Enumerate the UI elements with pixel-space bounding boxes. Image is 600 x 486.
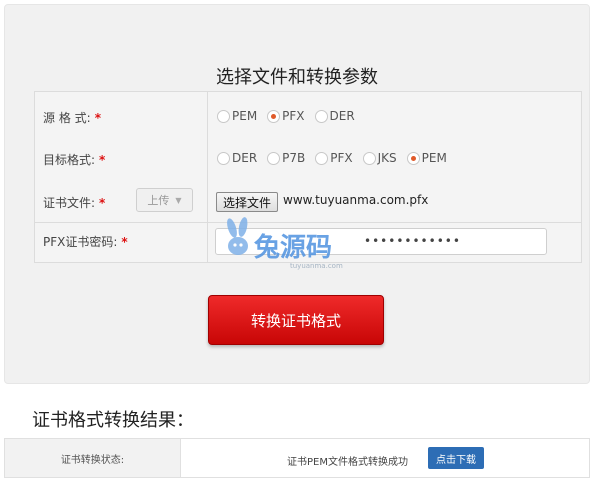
choose-file-button[interactable]: 选择文件 — [216, 192, 279, 212]
radio-button-checked[interactable] — [267, 109, 281, 123]
radio-button[interactable] — [217, 151, 230, 165]
target-format-options: DER P7B PFX JKS PEM — [217, 151, 457, 165]
required-mark: * — [94, 111, 101, 125]
target-option-pfx[interactable]: PFX — [315, 151, 353, 165]
radio-button[interactable] — [217, 109, 230, 123]
result-status-bar: 证书转换状态: 证书PEM文件格式转换成功 点击下载 — [4, 438, 590, 478]
rabbit-ear-right — [238, 217, 248, 237]
source-option-der[interactable]: DER — [314, 109, 355, 123]
cert-file-label: 证书文件: * — [43, 196, 106, 210]
radio-button-checked[interactable] — [406, 151, 420, 165]
target-option-p7b[interactable]: P7B — [267, 151, 305, 165]
target-option-jks[interactable]: JKS — [362, 151, 397, 165]
source-option-pfx[interactable]: PFX — [267, 109, 305, 123]
required-mark: * — [99, 196, 106, 210]
result-message: 证书PEM文件格式转换成功 — [287, 457, 408, 468]
required-mark: * — [121, 235, 128, 249]
pfx-password-label: PFX证书密码: * — [43, 235, 128, 249]
radio-button[interactable] — [362, 151, 376, 165]
target-format-label: 目标格式: * — [43, 153, 106, 167]
source-format-options: PEM PFX DER — [217, 109, 365, 123]
result-title: 证书格式转换结果： — [32, 410, 194, 431]
source-option-pem[interactable]: PEM — [217, 109, 257, 123]
result-status-label: 证书转换状态: — [5, 439, 181, 477]
source-format-label: 源 格 式: * — [43, 111, 101, 125]
rabbit-eye — [233, 243, 237, 247]
required-mark: * — [99, 153, 106, 167]
target-option-pem[interactable]: PEM — [406, 151, 447, 165]
rabbit-eye — [239, 243, 243, 247]
rabbit-head — [228, 237, 248, 255]
convert-button[interactable]: 转换证书格式 — [208, 295, 384, 345]
radio-button[interactable] — [315, 151, 329, 165]
target-option-der[interactable]: DER — [217, 151, 257, 165]
rabbit-ear-left — [227, 218, 237, 238]
caret-down-icon: ▼ — [175, 195, 182, 205]
watermark-logo: 兔源码 tuyuanma.com — [227, 217, 343, 270]
radio-button[interactable] — [314, 109, 328, 123]
selected-file-name: www.tuyuanma.com.pfx — [283, 193, 429, 207]
watermark-url: tuyuanma.com — [290, 262, 343, 270]
download-button[interactable]: 点击下载 — [428, 447, 484, 469]
upload-button[interactable]: 上传 ▼ — [136, 188, 193, 212]
radio-button[interactable] — [267, 151, 281, 165]
watermark-brand: 兔源码 — [254, 233, 332, 263]
panel-title: 选择文件和转换参数 — [216, 67, 378, 88]
